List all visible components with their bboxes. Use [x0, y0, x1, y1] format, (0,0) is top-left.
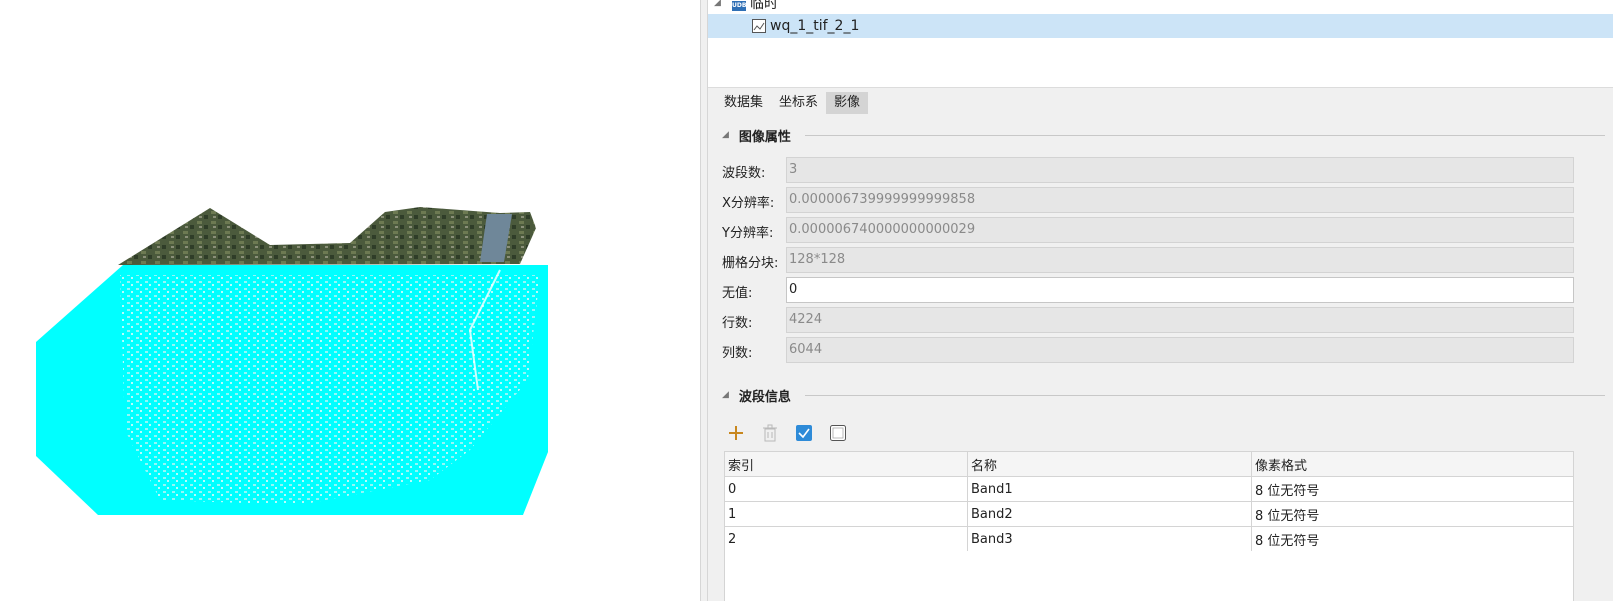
table-row[interactable]: 2 Band3 8 位无符号 [724, 526, 1574, 552]
tree-item-label: 临时 [750, 0, 778, 12]
tree-item-datasource[interactable]: ◢ UDBX 临时 [708, 0, 1613, 15]
cell-format: 8 位无符号 [1251, 476, 1574, 502]
section-title: 波段信息 [738, 389, 791, 405]
prop-label: 栅格分块: [722, 256, 779, 271]
band-toolbar [726, 420, 848, 446]
properties-tabs: 数据集 坐标系 影像 [716, 92, 869, 114]
column-header-index[interactable]: 索引 [724, 451, 968, 477]
plus-icon[interactable] [726, 423, 746, 443]
properties-panel: ◢ UDBX 临时 wq_1_tif_2_1 数据集 坐标系 影像 ◢ 图像属性… [708, 0, 1613, 601]
panel-splitter[interactable] [700, 0, 708, 601]
cell-index: 2 [724, 526, 968, 552]
prop-nodata: 无值: 0 [710, 277, 1605, 303]
tab-dataset[interactable]: 数据集 [716, 92, 771, 114]
cell-format: 8 位无符号 [1251, 501, 1574, 527]
table-header-row: 索引 名称 像素格式 [724, 451, 1574, 477]
image-tab-content: ◢ 图像属性 波段数: 3 X分辨率: 0.000006739999999999… [710, 120, 1610, 601]
checkbox-checked-icon[interactable] [794, 423, 814, 443]
raster-dataset-icon [752, 19, 766, 33]
checkbox-unchecked-icon[interactable] [828, 423, 848, 443]
prop-row-count: 行数: 4224 [710, 307, 1605, 333]
table-row[interactable]: 1 Band2 8 位无符号 [724, 501, 1574, 527]
collapse-icon[interactable]: ◢ [722, 130, 729, 140]
section-title: 图像属性 [738, 129, 791, 145]
trash-icon[interactable] [760, 423, 780, 443]
prop-column-count: 列数: 6044 [710, 337, 1605, 363]
tab-image[interactable]: 影像 [826, 92, 869, 114]
cell-format: 8 位无符号 [1251, 526, 1574, 552]
band-table: 索引 名称 像素格式 0 Band1 8 位无符号 1 Band2 8 位无符号… [724, 451, 1574, 552]
prop-x-resolution: X分辨率: 0.000006739999999999858 [710, 187, 1605, 213]
row-count-field: 4224 [786, 307, 1574, 333]
divider [804, 134, 1605, 136]
workspace-tree: ◢ UDBX 临时 wq_1_tif_2_1 [708, 0, 1613, 88]
prop-label: 波段数: [722, 166, 766, 181]
column-header-name[interactable]: 名称 [967, 451, 1252, 477]
cell-name: Band2 [967, 501, 1252, 527]
prop-label: 无值: [722, 286, 753, 301]
band-count-field: 3 [786, 157, 1574, 183]
divider [804, 394, 1605, 396]
prop-label: 列数: [722, 346, 753, 361]
map-view[interactable] [0, 0, 700, 601]
cell-index: 1 [724, 501, 968, 527]
y-resolution-field: 0.000006740000000000029 [786, 217, 1574, 243]
prop-label: X分辨率: [722, 196, 775, 211]
collapse-icon[interactable]: ◢ [714, 0, 721, 8]
tab-coordinate-system[interactable]: 坐标系 [771, 92, 826, 114]
column-count-field: 6044 [786, 337, 1574, 363]
udbx-datasource-icon: UDBX [732, 0, 752, 11]
prop-label: Y分辨率: [722, 226, 774, 241]
table-empty-area [724, 551, 1574, 601]
section-band-info[interactable]: ◢ 波段信息 [710, 385, 1605, 405]
prop-band-count: 波段数: 3 [710, 157, 1605, 183]
block-size-field: 128*128 [786, 247, 1574, 273]
tree-item-dataset[interactable]: wq_1_tif_2_1 [708, 14, 1613, 38]
section-image-properties[interactable]: ◢ 图像属性 [710, 125, 1605, 145]
raster-image [36, 207, 548, 515]
column-header-pixel-format[interactable]: 像素格式 [1251, 451, 1574, 477]
tree-item-label: wq_1_tif_2_1 [770, 18, 860, 34]
prop-block-size: 栅格分块: 128*128 [710, 247, 1605, 273]
collapse-icon[interactable]: ◢ [722, 390, 729, 400]
cell-name: Band1 [967, 476, 1252, 502]
prop-label: 行数: [722, 316, 753, 331]
nodata-input[interactable]: 0 [786, 277, 1574, 303]
x-resolution-field: 0.000006739999999999858 [786, 187, 1574, 213]
prop-y-resolution: Y分辨率: 0.000006740000000000029 [710, 217, 1605, 243]
cell-index: 0 [724, 476, 968, 502]
satellite-strip [118, 207, 536, 265]
table-row[interactable]: 0 Band1 8 位无符号 [724, 476, 1574, 502]
cell-name: Band3 [967, 526, 1252, 552]
